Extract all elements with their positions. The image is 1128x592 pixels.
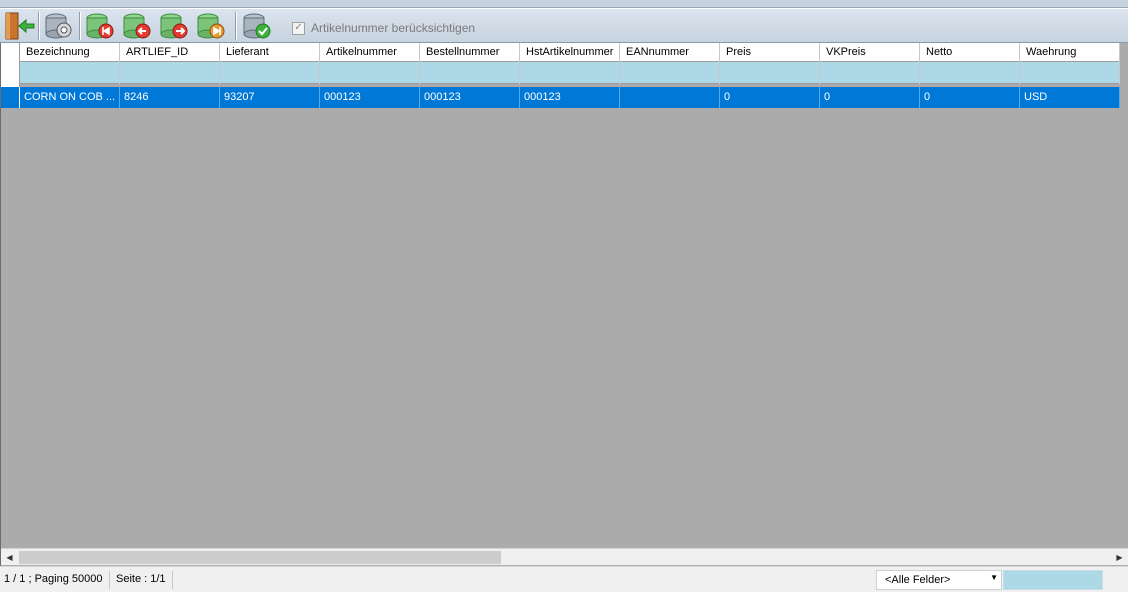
settings-button[interactable]	[42, 11, 76, 41]
field-filter-value: <Alle Felder>	[885, 574, 951, 586]
settings-database-icon	[45, 13, 72, 39]
filter-cell[interactable]	[220, 62, 320, 84]
scroll-thumb[interactable]	[19, 551, 501, 564]
horizontal-scrollbar[interactable]: ◀ ▶	[1, 548, 1128, 565]
cell-hstartikelnummer[interactable]: 000123	[520, 87, 620, 108]
column-header-eannummer[interactable]: EANnummer	[620, 43, 720, 62]
toolbar-separator	[235, 12, 236, 40]
filter-cell[interactable]	[20, 62, 120, 84]
last-record-database-icon	[197, 13, 225, 39]
filter-cell[interactable]	[1020, 62, 1120, 84]
filter-cell[interactable]	[620, 62, 720, 84]
checkbox-label: Artikelnummer berücksichtigen	[311, 21, 476, 35]
exit-button[interactable]	[2, 11, 36, 41]
filter-cell[interactable]	[820, 62, 920, 84]
column-header-artikelnummer[interactable]: Artikelnummer	[320, 43, 420, 62]
cell-netto[interactable]: 0	[920, 87, 1020, 108]
first-record-button[interactable]	[83, 11, 117, 41]
status-bar: 1 / 1 ; Paging 50000 Seite : 1/1 <Alle F…	[0, 566, 1128, 592]
apply-database-icon	[243, 13, 271, 39]
scroll-right-icon[interactable]: ▶	[1111, 549, 1128, 566]
cell-bezeichnung[interactable]: CORN ON COB ...	[20, 87, 120, 108]
cell-vkpreis[interactable]: 0	[820, 87, 920, 108]
filter-cell[interactable]	[420, 62, 520, 84]
previous-record-database-icon	[123, 13, 151, 39]
cell-preis[interactable]: 0	[720, 87, 820, 108]
filter-cell[interactable]	[120, 62, 220, 84]
artikelnummer-checkbox[interactable]: ✓ Artikelnummer berücksichtigen	[292, 21, 475, 35]
data-grid: Bezeichnung ARTLIEF_ID Lieferant Artikel…	[0, 43, 1128, 566]
cell-waehrung[interactable]: USD	[1020, 87, 1120, 108]
column-header-waehrung[interactable]: Waehrung	[1020, 43, 1120, 62]
toolbar-separator	[79, 12, 80, 40]
filter-cell[interactable]	[720, 62, 820, 84]
toolbar: ✓ Artikelnummer berücksichtigen	[0, 8, 1128, 43]
cell-lieferant[interactable]: 93207	[220, 87, 320, 108]
field-filter-select[interactable]: <Alle Felder> ▼	[876, 570, 1002, 590]
chevron-down-icon[interactable]: ▼	[990, 573, 998, 582]
search-input[interactable]	[1003, 570, 1103, 590]
paging-label: 1 / 1 ; Paging 50000	[4, 573, 103, 585]
row-header[interactable]	[1, 87, 20, 108]
column-header-vkpreis[interactable]: VKPreis	[820, 43, 920, 62]
filter-cell[interactable]	[320, 62, 420, 84]
scroll-left-icon[interactable]: ◀	[1, 549, 18, 566]
filter-row	[20, 62, 1120, 84]
previous-record-button[interactable]	[120, 11, 154, 41]
column-header-preis[interactable]: Preis	[720, 43, 820, 62]
window-top-strip	[0, 0, 1128, 8]
next-record-button[interactable]	[157, 11, 191, 41]
apply-button[interactable]	[240, 11, 274, 41]
table-row[interactable]: CORN ON COB ... 8246 93207 000123 000123…	[1, 87, 1120, 108]
column-header-artlief-id[interactable]: ARTLIEF_ID	[120, 43, 220, 62]
checkbox-box[interactable]: ✓	[292, 21, 305, 35]
page-label: Seite : 1/1	[116, 573, 166, 585]
exit-door-icon	[5, 12, 35, 40]
cell-eannummer[interactable]	[620, 87, 720, 108]
last-record-button[interactable]	[194, 11, 228, 41]
column-header-netto[interactable]: Netto	[920, 43, 1020, 62]
cell-artikelnummer[interactable]: 000123	[320, 87, 420, 108]
cell-bestellnummer[interactable]: 000123	[420, 87, 520, 108]
column-header-lieferant[interactable]: Lieferant	[220, 43, 320, 62]
filter-cell[interactable]	[920, 62, 1020, 84]
status-separator	[172, 571, 173, 589]
column-header-hstartikelnummer[interactable]: HstArtikelnummer	[520, 43, 620, 62]
grid-header: Bezeichnung ARTLIEF_ID Lieferant Artikel…	[20, 43, 1120, 62]
filter-cell[interactable]	[520, 62, 620, 84]
status-separator	[109, 571, 110, 589]
toolbar-separator	[38, 12, 39, 40]
first-record-database-icon	[86, 13, 114, 39]
column-header-bestellnummer[interactable]: Bestellnummer	[420, 43, 520, 62]
cell-artlief-id[interactable]: 8246	[120, 87, 220, 108]
next-record-database-icon	[160, 13, 188, 39]
column-header-bezeichnung[interactable]: Bezeichnung	[20, 43, 120, 62]
